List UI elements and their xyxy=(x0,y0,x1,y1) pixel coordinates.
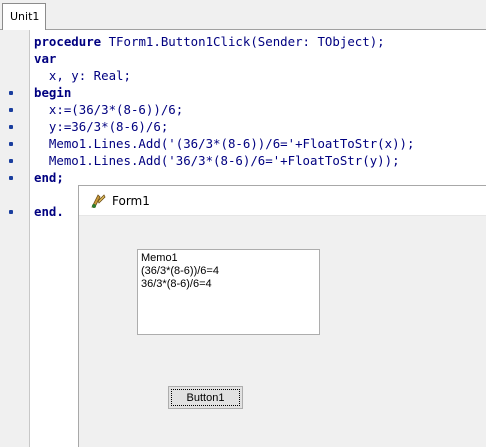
code-keyword: end; xyxy=(34,170,64,185)
code-line[interactable]: procedure TForm1.Button1Click(Sender: TO… xyxy=(34,33,385,50)
code-line[interactable]: x, y: Real; xyxy=(34,67,131,84)
gutter-dot xyxy=(9,159,13,163)
form1-title: Form1 xyxy=(112,194,150,208)
code-line[interactable]: y:=36/3*(8-6)/6; xyxy=(34,118,168,135)
code-line[interactable]: end; xyxy=(34,169,64,186)
gutter-dot xyxy=(9,142,13,146)
tab-unit1[interactable]: Unit1 xyxy=(2,3,46,30)
delphi-app-icon xyxy=(91,194,106,208)
memo-line: 36/3*(8-6)/6=4 xyxy=(141,278,212,290)
code-line[interactable]: x:=(36/3*(8-6))/6; xyxy=(34,101,183,118)
memo-line: (36/3*(8-6))/6=4 xyxy=(141,265,219,277)
code-line[interactable]: var xyxy=(34,50,56,67)
code-text: x:=(36/3*(8-6))/6; xyxy=(34,102,184,117)
form1-titlebar[interactable]: Form1 xyxy=(79,186,486,216)
memo1[interactable]: Memo1 (36/3*(8-6))/6=4 36/3*(8-6)/6=4 xyxy=(137,249,320,335)
memo-line: Memo1 xyxy=(141,252,178,264)
code-keyword: begin xyxy=(34,85,72,100)
code-line[interactable]: end. xyxy=(34,203,64,220)
code-line[interactable]: Memo1.Lines.Add('(36/3*(8-6))/6='+FloatT… xyxy=(34,135,415,152)
code-keyword: end. xyxy=(34,204,64,219)
code-line[interactable]: Memo1.Lines.Add('36/3*(8-6)/6='+FloatToS… xyxy=(34,152,400,169)
code-keyword: var xyxy=(34,51,57,66)
code-text: x, y: Real; xyxy=(34,68,131,83)
code-line[interactable]: begin xyxy=(34,84,71,101)
code-text: y:=36/3*(8-6)/6; xyxy=(34,119,169,134)
button1-label: Button1 xyxy=(186,391,225,404)
gutter-dot xyxy=(9,210,13,214)
button1[interactable]: Button1 xyxy=(168,386,243,409)
editor-gutter[interactable] xyxy=(0,30,30,447)
code-text: Memo1.Lines.Add('36/3*(8-6)/6='+FloatToS… xyxy=(34,153,400,168)
gutter-dot xyxy=(9,176,13,180)
code-text: TForm1.Button1Click(Sender: TObject); xyxy=(101,34,385,49)
gutter-dot xyxy=(9,108,13,112)
gutter-dot xyxy=(9,125,13,129)
code-text: Memo1.Lines.Add('(36/3*(8-6))/6='+FloatT… xyxy=(34,136,415,151)
code-keyword: procedure xyxy=(34,34,102,49)
form1-window: Form1 Memo1 (36/3*(8-6))/6=4 36/3*(8-6)/6=… xyxy=(78,185,486,447)
gutter-dot xyxy=(9,91,13,95)
editor-tab-strip: Unit1 xyxy=(0,0,486,30)
